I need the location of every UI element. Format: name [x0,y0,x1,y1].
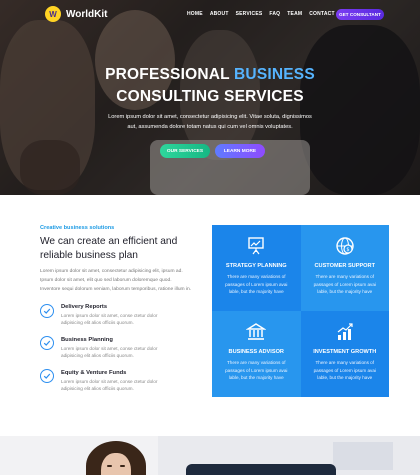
office-photo-background [158,436,420,475]
service-desc-line: lable, but the majority have [317,375,373,380]
service-desc-line: passages of Lorem ipsum avai [313,367,376,373]
hero-title-accent: BUSINESS [234,66,315,83]
feature-desc-line: Lorem ipsum dolor sit amet, conse ctetur… [61,313,158,318]
get-consultant-button[interactable]: GET CONSULTANT [336,9,384,20]
feature-desc-line: adipisicing elit alios officiis quorum. [61,386,134,391]
service-desc-line: There are many variations of [315,274,374,279]
office-window-shape [333,442,393,470]
section-title-line1: We can create an efficient and [40,236,178,247]
nav-item-faq[interactable]: FAQ [269,11,280,17]
section-paragraph-line: Ipsum dolor sit amet, elit quo sed labor… [40,278,172,283]
service-title: CUSTOMER SUPPORT [314,263,375,269]
logo-mark-icon: W [45,6,61,22]
feature-desc-line: adipisicing elit alios officiis quorum. [61,353,134,358]
feature-desc-line: Lorem ipsum dolor sit amet, conse ctetur… [61,379,158,384]
portrait-eye [120,465,125,467]
service-desc: There are many variations of passages of … [314,359,376,382]
service-desc: There are many variations of passages of … [225,273,287,296]
feature-desc-line: adipisicing elit alios officiis quorum. [61,320,134,325]
service-desc-line: There are many variations of [227,360,286,365]
globe-dollar-icon: $ [334,235,356,257]
service-desc-line: passages of Lorem ipsum avai [225,281,288,287]
our-services-button[interactable]: OUR SERVICES [160,144,210,158]
service-card-strategy-planning[interactable]: STRATEGY PLANNING There are many variati… [212,225,301,311]
feature-desc-line: Lorem ipsum dolor sit amet, conse ctetur… [61,346,158,351]
brand-name: WorldKit [66,8,108,20]
growth-chart-icon [334,321,356,343]
hero-description-line2: aut, assumenda dolore totam natus qui cu… [127,124,293,130]
brand-logo[interactable]: W WorldKit [45,6,107,22]
feature-title-delivery-reports: Delivery Reports [61,304,108,310]
nav-item-team[interactable]: TEAM [287,11,302,17]
section-paragraph-line: Inventore sequi dolorum veniam, laborum … [40,287,192,292]
hero-section: W WorldKit HOME ABOUT SERVICES FAQ TEAM … [0,0,420,195]
check-circle-icon [40,336,54,350]
service-card-business-advisor[interactable]: BUSINESS ADVISOR There are many variatio… [212,311,301,397]
service-desc: There are many variations of passages of … [225,359,287,382]
hero-description-line1: Lorem ipsum dolor sit amet, consectetur … [108,114,312,120]
service-desc-line: There are many variations of [227,274,286,279]
service-desc-line: lable, but the majority have [228,375,284,380]
service-desc-line: lable, but the majority have [317,289,373,294]
service-desc-line: There are many variations of [315,360,374,365]
presentation-board-icon [245,235,267,257]
portrait-eye [107,465,112,467]
services-grid: STRATEGY PLANNING There are many variati… [212,225,389,397]
feature-title-equity-venture: Equity & Venture Funds [61,370,127,376]
service-desc-line: passages of Lorem ipsum avai [313,281,376,287]
bank-building-icon [245,321,267,343]
next-section-preview [0,436,420,475]
section-paragraph-line: Lorem ipsum dolor sit amet, consectetur … [40,269,183,274]
service-desc-line: passages of Lorem ipsum avai [225,367,288,373]
nav-item-about[interactable]: ABOUT [210,11,229,17]
main-menu: HOME ABOUT SERVICES FAQ TEAM CONTACT [187,11,335,17]
service-title: BUSINESS ADVISOR [228,349,284,355]
service-card-customer-support[interactable]: $ CUSTOMER SUPPORT There are many variat… [300,225,389,311]
hero-title-line1: PROFESSIONAL BUSINESS [0,66,420,84]
feature-title-business-planning: Business Planning [61,337,113,343]
service-title: STRATEGY PLANNING [225,263,287,269]
nav-item-services[interactable]: SERVICES [236,11,263,17]
svg-text:$: $ [346,247,349,253]
service-desc: There are many variations of passages of … [314,273,376,296]
person-portrait-image [86,441,146,475]
check-circle-icon [40,369,54,383]
nav-item-home[interactable]: HOME [187,11,203,17]
nav-item-contact[interactable]: CONTACT [309,11,334,17]
section-kicker: Creative business solutions [40,225,115,231]
hero-title-line2: CONSULTING SERVICES [116,88,304,105]
dark-content-panel [186,464,336,475]
hero-title-part: PROFESSIONAL [105,66,235,83]
service-card-investment-growth[interactable]: INVESTMENT GROWTH There are many variati… [300,311,389,397]
top-navbar: W WorldKit HOME ABOUT SERVICES FAQ TEAM … [0,0,420,28]
learn-more-button[interactable]: LEARN MORE [215,144,265,158]
service-desc-line: lable, but the majority have [228,289,284,294]
check-circle-icon [40,304,54,318]
service-title: INVESTMENT GROWTH [313,349,377,355]
section-title-line2: reliable business plan [40,250,138,261]
